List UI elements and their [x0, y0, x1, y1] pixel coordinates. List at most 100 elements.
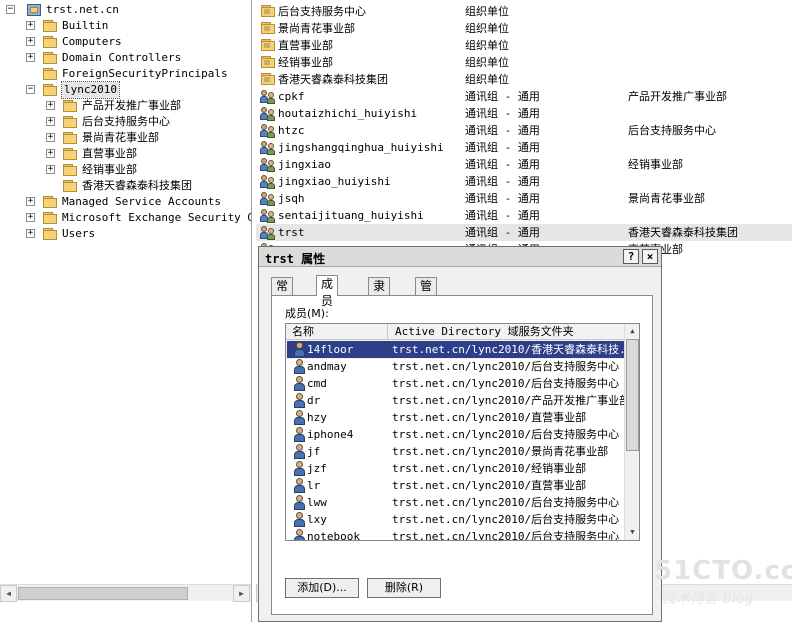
members-list[interactable]: 名称 Active Directory 域服务文件夹 14floor trst.n… — [285, 323, 640, 541]
tree-pane[interactable]: − trst.net.cn + Builtin + Computers + Domain … — [0, 0, 252, 622]
list-item-type: 组织单位 — [465, 73, 509, 86]
folder-icon — [42, 227, 58, 240]
expand-icon[interactable]: + — [26, 21, 35, 30]
member-row[interactable]: notebook trst.net.cn/lync2010/后台支持服务中心 — [287, 528, 624, 540]
tab-managed-by[interactable]: 管理者 — [415, 277, 438, 327]
remove-member-button[interactable]: 删除(R) — [367, 578, 441, 598]
collapse-icon[interactable]: − — [26, 85, 35, 94]
member-folder: trst.net.cn/lync2010/产品开发推广事业部 — [392, 394, 624, 407]
member-row[interactable]: lr trst.net.cn/lync2010/直营事业部 — [287, 477, 624, 494]
expand-icon[interactable]: + — [46, 133, 55, 142]
expand-icon[interactable]: + — [46, 165, 55, 174]
tree-item-label: Managed Service Accounts — [62, 195, 221, 208]
member-row[interactable]: jzf trst.net.cn/lync2010/经销事业部 — [287, 460, 624, 477]
expand-icon[interactable]: + — [26, 53, 35, 62]
list-item[interactable]: trst 通讯组 - 通用 香港天睿森泰科技集团 — [256, 224, 792, 241]
folder-icon — [62, 131, 78, 144]
close-button[interactable]: × — [642, 249, 658, 264]
member-name: lxy — [307, 513, 327, 526]
scroll-thumb[interactable] — [626, 339, 639, 451]
list-item[interactable]: 经销事业部 组织单位 — [256, 54, 792, 71]
list-item-type: 通讯组 - 通用 — [465, 175, 540, 188]
list-item[interactable]: jingxiao 通讯组 - 通用 经销事业部 — [256, 156, 792, 173]
add-member-button[interactable]: 添加(D)... — [285, 578, 359, 598]
user-icon — [293, 410, 305, 425]
expand-icon[interactable]: + — [26, 213, 35, 222]
tree-item-label: Domain Controllers — [62, 51, 182, 64]
tree-item-label: 直营事业部 — [82, 147, 137, 160]
member-row[interactable]: cmd trst.net.cn/lync2010/后台支持服务中心 — [287, 375, 624, 392]
member-folder: trst.net.cn/lync2010/后台支持服务中心 — [392, 496, 620, 509]
expand-icon[interactable]: + — [46, 117, 55, 126]
list-item[interactable]: houtaizhichi_huiyishi 通讯组 - 通用 — [256, 105, 792, 122]
member-row[interactable]: hzy trst.net.cn/lync2010/直营事业部 — [287, 409, 624, 426]
members-vertical-scrollbar[interactable]: ▲ ▼ — [624, 324, 639, 540]
list-item[interactable]: sentaijituang_huiyishi 通讯组 - 通用 — [256, 207, 792, 224]
list-item-name: htzc — [278, 124, 305, 137]
scroll-up-icon[interactable]: ▲ — [625, 324, 639, 339]
expand-icon[interactable]: + — [46, 101, 55, 110]
expand-icon[interactable]: + — [26, 37, 35, 46]
list-item-type: 通讯组 - 通用 — [465, 90, 540, 103]
scroll-right-icon[interactable]: ▶ — [233, 585, 250, 602]
expand-icon[interactable]: + — [26, 197, 35, 206]
member-row[interactable]: jf trst.net.cn/lync2010/景尚青花事业部 — [287, 443, 624, 460]
folder-icon — [42, 83, 58, 96]
tree-item-label: 景尚青花事业部 — [82, 131, 159, 144]
group-icon — [260, 123, 276, 138]
member-row[interactable]: lxy trst.net.cn/lync2010/后台支持服务中心 — [287, 511, 624, 528]
folder-icon — [42, 19, 58, 32]
list-item-type: 通讯组 - 通用 — [465, 226, 540, 239]
tab-member-of[interactable]: 隶属于 — [368, 277, 391, 327]
member-folder: trst.net.cn/lync2010/景尚青花事业部 — [392, 445, 609, 458]
list-item[interactable]: jingxiao_huiyishi 通讯组 - 通用 — [256, 173, 792, 190]
member-row[interactable]: iphone4 trst.net.cn/lync2010/后台支持服务中心 — [287, 426, 624, 443]
list-item-name: sentaijituang_huiyishi — [278, 209, 424, 222]
expand-icon[interactable]: + — [46, 149, 55, 158]
user-icon — [293, 478, 305, 493]
scroll-thumb[interactable] — [18, 587, 188, 600]
domain-icon — [26, 3, 42, 16]
tab-general[interactable]: 常规 — [271, 277, 294, 310]
list-item[interactable]: jsqh 通讯组 - 通用 景尚青花事业部 — [256, 190, 792, 207]
folder-icon — [42, 195, 58, 208]
help-button[interactable]: ? — [623, 249, 639, 264]
user-icon — [293, 444, 305, 459]
list-item[interactable]: 直营事业部 组织单位 — [256, 37, 792, 54]
list-item[interactable]: cpkf 通讯组 - 通用 产品开发推广事业部 — [256, 88, 792, 105]
member-folder: trst.net.cn/lync2010/后台支持服务中心 — [392, 377, 620, 390]
list-item[interactable]: 景尚青花事业部 组织单位 — [256, 20, 792, 37]
mmc-console: − trst.net.cn + Builtin + Computers + Domain … — [0, 0, 792, 622]
column-header-name[interactable]: 名称 — [286, 324, 388, 340]
folder-icon — [62, 147, 78, 160]
list-item[interactable]: 后台支持服务中心 组织单位 — [256, 3, 792, 20]
scroll-down-icon[interactable]: ▼ — [625, 525, 639, 540]
tree-horizontal-scrollbar[interactable]: ◀ ▶ — [0, 584, 251, 602]
folder-icon — [42, 51, 58, 64]
expand-icon[interactable]: + — [26, 229, 35, 238]
tab-members[interactable]: 成员 — [316, 275, 339, 308]
ou-icon — [260, 72, 276, 87]
collapse-icon[interactable]: − — [6, 5, 15, 14]
dialog-titlebar[interactable]: trst 属性 ? × — [259, 247, 661, 267]
member-name: jzf — [307, 462, 327, 475]
list-item-type: 通讯组 - 通用 — [465, 209, 540, 222]
member-name: cmd — [307, 377, 327, 390]
list-item[interactable]: 香港天睿森泰科技集团 组织单位 — [256, 71, 792, 88]
list-item-type: 通讯组 - 通用 — [465, 158, 540, 171]
tree-item-label: lync2010 — [61, 81, 120, 99]
dialog-title: trst 属性 — [265, 252, 326, 266]
group-icon — [260, 225, 276, 240]
member-row[interactable]: 14floor trst.net.cn/lync2010/香港天睿森泰科技... — [286, 340, 625, 359]
member-row[interactable]: dr trst.net.cn/lync2010/产品开发推广事业部 — [287, 392, 624, 409]
member-row[interactable]: andmay trst.net.cn/lync2010/后台支持服务中心 — [287, 358, 624, 375]
member-row[interactable]: lww trst.net.cn/lync2010/后台支持服务中心 — [287, 494, 624, 511]
list-item-description: 后台支持服务中心 — [628, 124, 716, 137]
column-header-folder[interactable]: Active Directory 域服务文件夹 — [389, 324, 624, 340]
scroll-left-icon[interactable]: ◀ — [0, 585, 17, 602]
tree-item-label: ForeignSecurityPrincipals — [62, 67, 228, 80]
list-item-type: 组织单位 — [465, 5, 509, 18]
user-icon — [293, 512, 305, 527]
list-item[interactable]: jingshangqinghua_huiyishi 通讯组 - 通用 — [256, 139, 792, 156]
list-item[interactable]: htzc 通讯组 - 通用 后台支持服务中心 — [256, 122, 792, 139]
